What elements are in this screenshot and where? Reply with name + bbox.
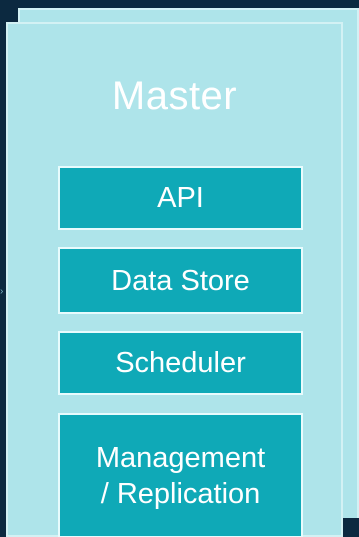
scheduler-box: Scheduler	[58, 331, 303, 395]
master-panel: Master API Data Store Scheduler Manageme…	[6, 22, 343, 537]
replication-label: / Replication	[100, 477, 261, 510]
diagram-canvas: Master API Data Store Scheduler Manageme…	[0, 0, 359, 537]
corner-shadow	[343, 518, 359, 537]
management-replication-box: Management / Replication	[58, 413, 303, 537]
api-label: API	[157, 182, 204, 214]
management-label: Management	[95, 441, 266, 474]
scheduler-label: Scheduler	[115, 347, 246, 379]
data-store-label: Data Store	[111, 264, 250, 297]
data-store-box: Data Store	[58, 247, 303, 314]
api-box: API	[58, 166, 303, 230]
connector-arrow-icon: ›	[0, 286, 4, 297]
master-title: Master	[111, 74, 238, 118]
